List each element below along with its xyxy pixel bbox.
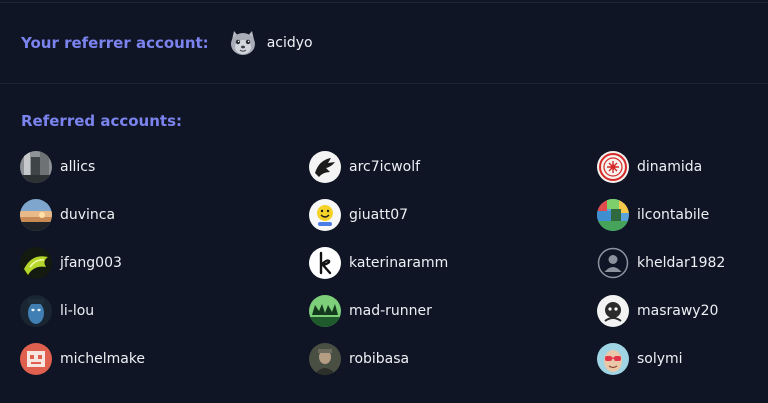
referred-account[interactable]: duvinca xyxy=(20,199,309,231)
referrer-row: Your referrer account: acidyo xyxy=(21,27,313,59)
referred-accounts-grid: allics arc7icwolf dinamida duvinca giuat… xyxy=(20,151,760,391)
referred-username: robibasa xyxy=(349,351,410,367)
referred-username: duvinca xyxy=(60,207,116,223)
referred-username: katerinaramm xyxy=(349,255,449,271)
referred-account[interactable]: robibasa xyxy=(309,343,597,375)
referred-account[interactable]: kheldar1982 xyxy=(597,247,760,279)
portrait-avatar xyxy=(309,343,341,375)
mad-logo-avatar xyxy=(309,295,341,327)
emoji-avatar xyxy=(309,199,341,231)
referred-account[interactable]: arc7icwolf xyxy=(309,151,597,183)
referred-username: dinamida xyxy=(637,159,703,175)
letter-k-avatar xyxy=(309,247,341,279)
blue-character-avatar xyxy=(20,295,52,327)
referrer-label: Your referrer account: xyxy=(21,34,209,52)
wolf-logo-avatar xyxy=(309,151,341,183)
referred-account[interactable]: li-lou xyxy=(20,295,309,327)
wolf-mascot-avatar xyxy=(226,27,259,59)
referred-username: michelmake xyxy=(60,351,146,367)
photo-avatar xyxy=(20,151,52,183)
referred-account[interactable]: giuatt07 xyxy=(309,199,597,231)
referred-label: Referred accounts: xyxy=(21,112,183,130)
green-art-avatar xyxy=(20,247,52,279)
referrer-account-link[interactable]: acidyo xyxy=(226,27,313,59)
referred-account[interactable]: ilcontabile xyxy=(597,199,760,231)
referred-username: ilcontabile xyxy=(637,207,710,223)
referrer-username: acidyo xyxy=(266,35,313,51)
referred-username: li-lou xyxy=(60,303,95,319)
red-seal-avatar xyxy=(597,151,629,183)
section-divider xyxy=(0,83,768,84)
referrals-panel: Your referrer account: acidyo Referred a… xyxy=(0,0,768,403)
referred-account[interactable]: michelmake xyxy=(20,343,309,375)
referred-username: solymi xyxy=(637,351,683,367)
referred-username: mad-runner xyxy=(349,303,432,319)
robot-avatar xyxy=(20,343,52,375)
referred-account[interactable]: mad-runner xyxy=(309,295,597,327)
cartoon-avatar xyxy=(597,295,629,327)
referred-username: jfang003 xyxy=(60,255,122,271)
referred-username: giuatt07 xyxy=(349,207,409,223)
referred-account[interactable]: katerinaramm xyxy=(309,247,597,279)
referred-account[interactable]: jfang003 xyxy=(20,247,309,279)
referred-username: masrawy20 xyxy=(637,303,719,319)
referred-account[interactable]: masrawy20 xyxy=(597,295,760,327)
pixel-avatar xyxy=(597,199,629,231)
referred-username: allics xyxy=(60,159,96,175)
referred-account[interactable]: solymi xyxy=(597,343,760,375)
referred-account[interactable]: allics xyxy=(20,151,309,183)
referred-account[interactable]: dinamida xyxy=(597,151,760,183)
sunglasses-avatar xyxy=(597,343,629,375)
referred-username: arc7icwolf xyxy=(349,159,421,175)
referred-username: kheldar1982 xyxy=(637,255,726,271)
sunset-avatar xyxy=(20,199,52,231)
default-user-avatar xyxy=(597,247,629,279)
top-divider xyxy=(0,2,768,3)
